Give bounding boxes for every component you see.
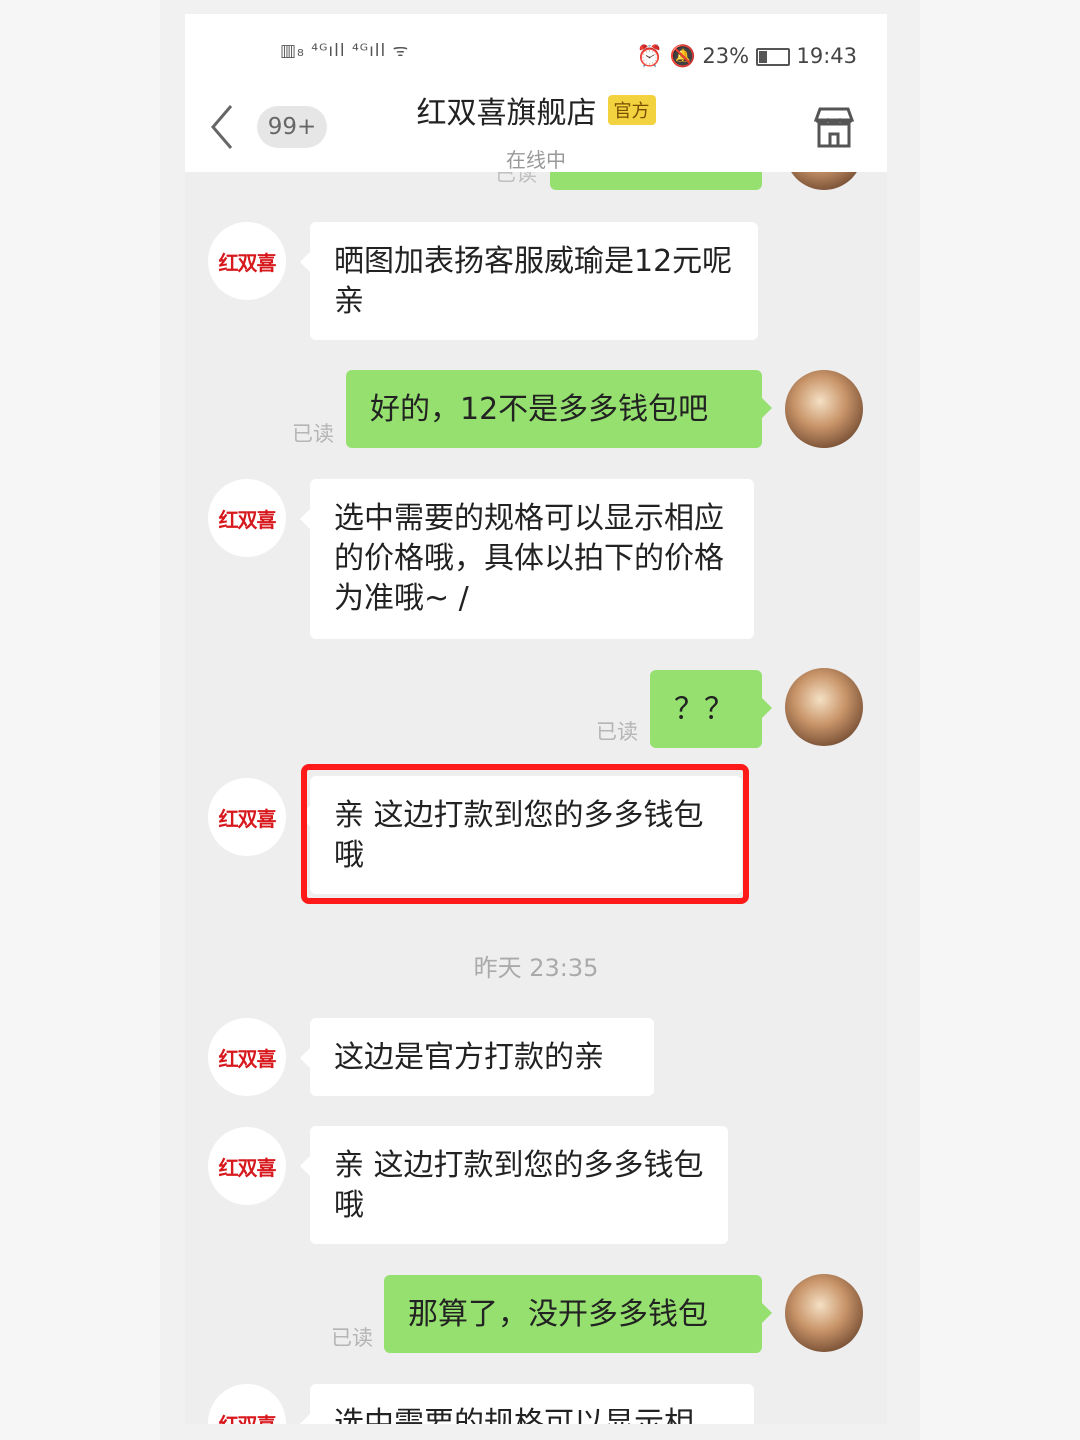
highlight-box [301,764,749,904]
shop-logo: 红双喜 [218,1046,277,1071]
my-avatar[interactable] [785,370,863,448]
message-bubble[interactable]: 晒图加表扬客服威瑜是12元呢亲 [300,222,758,340]
shop-avatar[interactable]: 红双喜 [208,1384,286,1424]
status-right: ⏰ 🔕 23% 19:43 [637,44,857,69]
message-bubble[interactable]: 这边是官方打款的亲 [300,1018,654,1096]
chat-list[interactable]: 已读 红双喜 晒图加表扬客服威瑜是12元呢亲 已读 好的，12不是多多钱包吧 红… [185,172,887,1424]
partial-read-label: 已读 [495,172,537,186]
chat-header: ▥₈ ⁴ᴳıll ⁴ᴳıll ᯤ ⏰ 🔕 23% 19:43 99+ 红双喜旗舰… [185,14,887,172]
shop-avatar[interactable]: 红双喜 [208,479,286,557]
alarm-mute-icons: ⏰ 🔕 [636,44,696,68]
my-avatar[interactable] [785,1274,863,1352]
battery-percent: 23% [702,44,750,68]
signal-icons: ▥₈ ⁴ᴳıll ⁴ᴳıll ᯤ [280,41,410,61]
status-bar: ▥₈ ⁴ᴳıll ⁴ᴳıll ᯤ ⏰ 🔕 23% 19:43 [185,38,887,78]
message-bubble[interactable]: 选中需要的规格可以显示相应的价格哦，具体以拍下的价格为准哦~ / [300,479,754,639]
my-avatar[interactable] [785,668,863,746]
read-receipt: 已读 [331,1326,373,1350]
message-bubble[interactable]: 那算了，没开多多钱包 [384,1275,772,1353]
online-status: 在线中 [506,148,566,172]
message-bubble[interactable]: 亲 这边打款到您的多多钱包哦 [300,1126,728,1244]
shop-avatar[interactable]: 红双喜 [208,1018,286,1096]
shop-logo: 红双喜 [218,507,277,532]
read-receipt: 已读 [596,720,638,744]
shop-logo: 红双喜 [218,250,277,275]
partial-my-avatar [785,172,863,190]
shop-logo: 红双喜 [218,1155,277,1180]
message-bubble[interactable]: 好的，12不是多多钱包吧 [346,370,772,448]
shop-avatar[interactable]: 红双喜 [208,222,286,300]
shop-avatar[interactable]: 红双喜 [208,1127,286,1205]
message-bubble[interactable]: 选中需要的规格可以显示相 [300,1384,754,1424]
page-title: 红双喜旗舰店 [416,96,597,131]
shop-logo: 红双喜 [219,1409,277,1425]
phone-screen: ▥₈ ⁴ᴳıll ⁴ᴳıll ᯤ ⏰ 🔕 23% 19:43 99+ 红双喜旗舰… [160,0,920,1440]
shop-logo: 红双喜 [218,806,277,831]
store-button[interactable] [811,104,857,150]
title-area: 红双喜旗舰店 官方 [185,88,887,132]
time-separator: 昨天 23:35 [473,954,599,982]
shop-avatar[interactable]: 红双喜 [208,778,286,856]
store-icon [813,107,855,148]
battery-icon [755,48,790,66]
message-bubble[interactable]: ？？ [650,670,772,748]
partial-my-bubble [550,172,762,190]
official-badge: 官方 [607,95,656,125]
clock: 19:43 [796,44,857,68]
read-receipt: 已读 [292,422,334,446]
